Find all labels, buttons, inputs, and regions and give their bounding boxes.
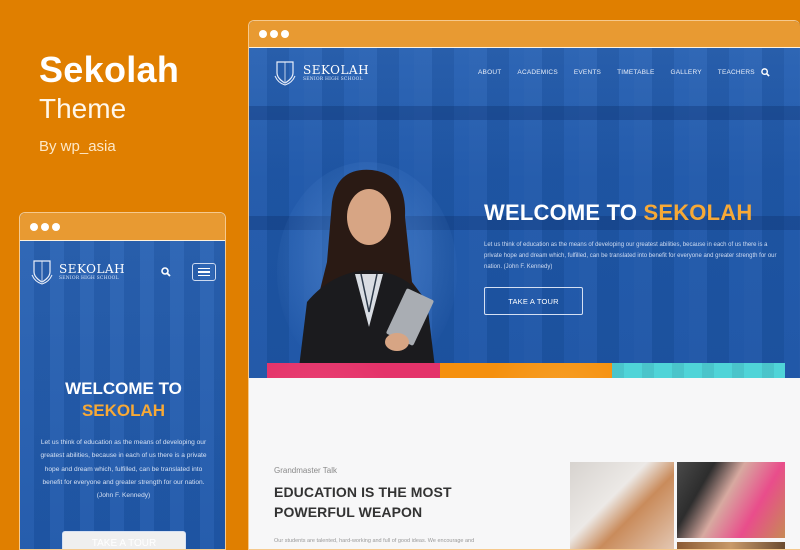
hamburger-icon (198, 274, 210, 277)
window-dot-icon (259, 30, 267, 38)
mobile-take-a-tour-button[interactable]: TAKE A TOUR (62, 531, 186, 549)
library-photo (677, 542, 785, 549)
hero-title-prefix: WELCOME TO (484, 200, 638, 225)
logo-tagline: SENIOR HIGH SCHOOL (303, 76, 363, 82)
logo-name: SEKOLAH (303, 62, 370, 77)
promo-title: Sekolah (39, 49, 180, 90)
talk-kicker: Grandmaster Talk (274, 466, 337, 475)
hamburger-icon (198, 271, 210, 273)
window-titlebar (249, 21, 800, 48)
window-dot-icon (41, 222, 49, 231)
take-a-tour-button[interactable]: TAKE A TOUR (484, 287, 583, 315)
nav-menu: ABOUT ACADEMICS EVENTS TIMETABLE GALLERY… (478, 69, 771, 76)
hero-title-prefix: WELCOME TO (65, 379, 182, 398)
students-laptop-photo (677, 462, 785, 538)
promo-author: By wp_asia (39, 138, 116, 155)
hamburger-menu-button[interactable] (192, 263, 216, 281)
promo-branding: Sekolah Theme By wp_asia (39, 49, 180, 156)
window-dot-icon (30, 222, 38, 231)
window-dot-icon (52, 222, 60, 231)
nav-item-teachers[interactable]: TEACHERS (718, 69, 755, 76)
hero-quote: Let us think of education as the means o… (484, 242, 777, 270)
shield-crest-icon (274, 61, 296, 86)
desktop-preview-window: SEKOLAH SENIOR HIGH SCHOOL ABOUT ACADEMI… (248, 20, 800, 550)
promo-subtitle: Theme (39, 93, 127, 124)
logo-tagline: SENIOR HIGH SCHOOL (59, 275, 119, 281)
hamburger-icon (198, 267, 210, 270)
site-logo[interactable]: SEKOLAH SENIOR HIGH SCHOOL (273, 59, 369, 86)
hero-title-accent: SEKOLAH (643, 200, 753, 225)
nav-item-about[interactable]: ABOUT (478, 69, 501, 76)
hero-student-image (277, 162, 457, 384)
talk-title: EDUCATION IS THE MOST POWERFUL WEAPON (274, 484, 452, 520)
hero-section: SEKOLAH SENIOR HIGH SCHOOL ABOUT ACADEMI… (249, 48, 800, 458)
window-dot-icon (281, 30, 289, 38)
hero-title: WELCOME TO SEKOLAH (484, 200, 752, 226)
nav-item-timetable[interactable]: TIMETABLE (617, 69, 654, 76)
mobile-site-logo[interactable]: SEKOLAH SENIOR HIGH SCHOOL (30, 258, 125, 285)
site-navbar: SEKOLAH SENIOR HIGH SCHOOL ABOUT ACADEMI… (249, 48, 800, 100)
talk-body: Our students are talented, hard-working … (274, 538, 475, 544)
hero-title-accent: SEKOLAH (81, 401, 166, 420)
mobile-hero-section: SEKOLAH SENIOR HIGH SCHOOL WELCOME TO SE… (20, 241, 225, 549)
nav-item-gallery[interactable]: GALLERY (671, 69, 702, 76)
nav-item-academics[interactable]: ACADEMICS (517, 69, 557, 76)
mobile-hero-title: WELCOME TO SEKOLAH (20, 378, 225, 422)
talk-section: Grandmaster Talk EDUCATION IS THE MOST P… (249, 378, 800, 549)
search-icon[interactable] (161, 267, 171, 277)
bg-shelf-shade (249, 106, 800, 120)
window-dot-icon (270, 30, 278, 38)
smiling-woman-photo (570, 462, 674, 549)
logo-name: SEKOLAH (59, 261, 126, 276)
mobile-preview-window: SEKOLAH SENIOR HIGH SCHOOL WELCOME TO SE… (19, 212, 226, 550)
shield-crest-icon (31, 260, 53, 285)
nav-item-events[interactable]: EVENTS (574, 69, 601, 76)
mobile-hero-quote: Let us think of education as the means o… (40, 439, 207, 500)
search-icon[interactable] (761, 68, 770, 77)
window-titlebar (20, 213, 225, 241)
